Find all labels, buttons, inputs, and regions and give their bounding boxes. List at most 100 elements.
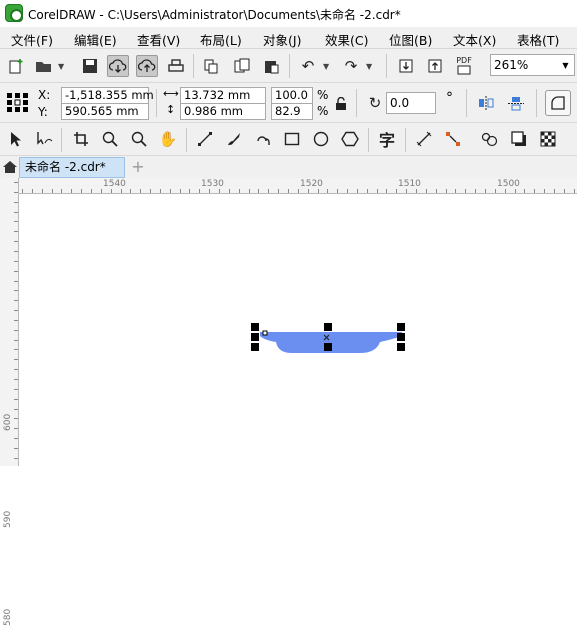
duplicate-icon[interactable]: [231, 55, 253, 77]
ruler-tick: [337, 189, 339, 193]
open-folder-icon[interactable]: [33, 55, 55, 77]
polygon-tool-icon[interactable]: [339, 128, 361, 150]
freehand-tool-icon[interactable]: [194, 128, 216, 150]
ruler-tick: [22, 189, 23, 193]
mirror-horizontal-icon[interactable]: [475, 92, 497, 114]
menu-effects[interactable]: 效果(C): [325, 30, 368, 49]
drawing-canvas[interactable]: [20, 195, 577, 466]
selection-handle-top-left[interactable]: [251, 323, 259, 331]
menu-object[interactable]: 对象(J): [263, 30, 301, 49]
toolbar-separator: [466, 89, 467, 117]
chevron-down-icon[interactable]: ▼: [366, 62, 372, 71]
shape-tool-icon[interactable]: [34, 128, 56, 150]
property-bar: X: Y: -1,518.355 mm 590.565 mm ⟷ ↕ 13.73…: [0, 83, 577, 123]
height-input[interactable]: 0.986 mm: [180, 103, 266, 120]
ruler-label: 590: [3, 510, 13, 528]
ruler-tick: [140, 189, 142, 193]
vertical-ruler[interactable]: 600 590 580: [0, 178, 19, 626]
y-position-input[interactable]: 590.565 mm: [61, 103, 149, 120]
selection-handle-middle-right[interactable]: [397, 333, 405, 341]
zoom-level-input[interactable]: 261%: [490, 54, 558, 76]
export-icon[interactable]: [424, 55, 446, 77]
pick-tool-icon[interactable]: [5, 128, 27, 150]
ruler-tick: [504, 189, 506, 193]
copy-icon[interactable]: [200, 55, 222, 77]
chevron-down-icon[interactable]: ▼: [58, 62, 64, 71]
zoom-out-tool-icon[interactable]: [128, 128, 150, 150]
ruler-tick: [14, 201, 18, 203]
ruler-tick: [189, 189, 191, 193]
ruler-tick: [445, 189, 447, 193]
chevron-down-icon[interactable]: ▼: [323, 62, 329, 71]
pan-tool-icon[interactable]: ✋: [157, 128, 179, 150]
scale-x-input[interactable]: 100.0: [271, 87, 313, 104]
menu-bitmaps[interactable]: 位图(B): [389, 30, 432, 49]
ruler-tick: [563, 189, 565, 193]
undo-icon[interactable]: ↶: [297, 55, 319, 77]
new-document-icon[interactable]: [5, 55, 27, 77]
crop-tool-icon[interactable]: [70, 128, 92, 150]
cloud-download-icon[interactable]: [107, 55, 129, 77]
add-tab-button[interactable]: +: [128, 157, 148, 178]
ellipse-tool-icon[interactable]: [310, 128, 332, 150]
selection-handle-bottom-left[interactable]: [251, 343, 259, 351]
selection-handle-middle-left[interactable]: [251, 333, 259, 341]
object-origin-icon[interactable]: [5, 92, 31, 114]
ruler-tick: [465, 189, 467, 193]
rectangle-tool-icon[interactable]: [281, 128, 303, 150]
toolbar-separator: [356, 89, 357, 117]
shape-node-handle[interactable]: [262, 330, 268, 336]
scale-y-percent: %: [317, 104, 329, 118]
toolbar-separator: [386, 54, 387, 78]
redo-icon[interactable]: ↷: [340, 55, 362, 77]
ruler-tick: [573, 189, 575, 193]
zoom-dropdown-chevron-down-icon[interactable]: ▼: [557, 54, 575, 76]
menu-layout[interactable]: 布局(L): [200, 30, 242, 49]
ruler-tick: [81, 189, 83, 193]
home-icon[interactable]: [0, 156, 19, 178]
selection-handle-top-right[interactable]: [397, 323, 405, 331]
import-icon[interactable]: [395, 55, 417, 77]
blend-tool-icon[interactable]: [479, 128, 501, 150]
x-position-input[interactable]: -1,518.355 mm: [61, 87, 154, 104]
menu-file[interactable]: 文件(F): [11, 30, 53, 49]
width-input[interactable]: 13.732 mm: [180, 87, 266, 104]
ruler-tick: [524, 189, 526, 193]
print-icon[interactable]: [165, 55, 187, 77]
rotation-input[interactable]: 0.0: [386, 92, 436, 114]
artistic-media-icon[interactable]: [223, 128, 245, 150]
ruler-tick: [396, 189, 398, 193]
tab-document[interactable]: 未命名 -2.cdr*: [19, 157, 125, 178]
corner-shape-icon[interactable]: [545, 90, 571, 116]
mirror-vertical-icon[interactable]: [505, 92, 527, 114]
ruler-tick: [416, 189, 417, 193]
toolbox: ✋ 字: [0, 123, 577, 156]
save-icon[interactable]: [79, 55, 101, 77]
selection-handle-top-middle[interactable]: [324, 323, 332, 331]
menu-text[interactable]: 文本(X): [453, 30, 496, 49]
ruler-tick: [219, 189, 220, 193]
menu-edit[interactable]: 编辑(E): [74, 30, 117, 49]
pdf-icon[interactable]: PDF: [453, 54, 475, 76]
ruler-tick: [14, 319, 18, 321]
selection-handle-bottom-middle[interactable]: [324, 343, 332, 351]
ruler-tick: [435, 189, 437, 193]
clipboard-icon[interactable]: [260, 55, 282, 77]
selection-handle-bottom-right[interactable]: [397, 343, 405, 351]
connector-tool-icon[interactable]: [442, 128, 464, 150]
ruler-tick: [209, 189, 211, 193]
ruler-tick: [455, 189, 457, 193]
zoom-tool-icon[interactable]: [99, 128, 121, 150]
menu-view[interactable]: 查看(V): [137, 30, 180, 49]
scale-y-input[interactable]: 82.9: [271, 103, 313, 120]
drop-shadow-icon[interactable]: [508, 128, 530, 150]
lock-ratio-icon[interactable]: [333, 96, 349, 112]
cloud-upload-icon[interactable]: [136, 55, 158, 77]
menu-table[interactable]: 表格(T): [517, 30, 559, 49]
horizontal-ruler[interactable]: 1540 1530 1520 1510 1500: [19, 178, 577, 194]
parallel-dimension-icon[interactable]: [413, 128, 435, 150]
ruler-tick: [14, 457, 18, 459]
pen-curve-icon[interactable]: [252, 128, 274, 150]
transparency-icon[interactable]: [537, 128, 559, 150]
text-tool-icon[interactable]: 字: [376, 128, 398, 150]
